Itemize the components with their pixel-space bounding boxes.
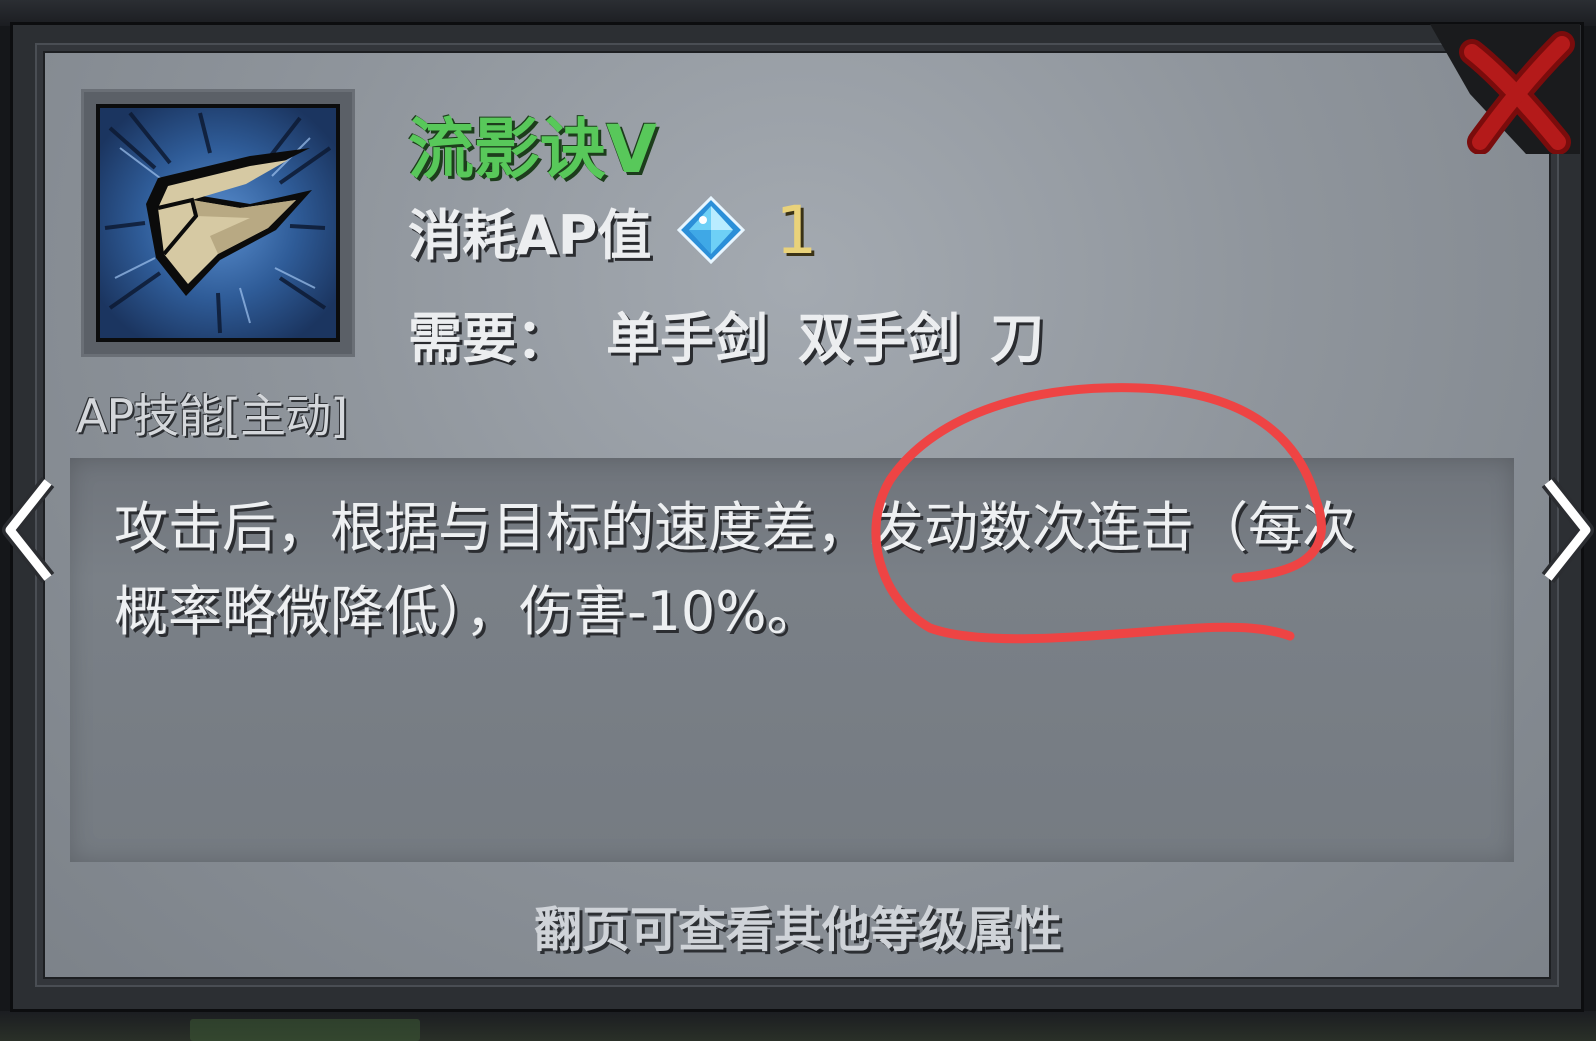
prev-page-button[interactable] — [0, 470, 60, 590]
weapon-requirement: 需要： 单手剑 双手剑 刀 — [408, 294, 1044, 373]
blue-crystal-icon — [677, 196, 746, 264]
skill-name: 流影诀V — [408, 111, 658, 188]
weapon-blade: 刀 — [990, 307, 1044, 370]
skill-icon-frame — [84, 92, 352, 354]
requirement-label: 需要： — [408, 307, 570, 370]
skill-description: 攻击后，根据与目标的速度差，发动数次连击（每次 概率略微降低），伤害-10%。 — [114, 486, 1454, 654]
weapon-one-hand-sword: 单手剑 — [606, 307, 768, 370]
close-button[interactable] — [1430, 24, 1580, 155]
skill-detail-screen: AP技能[主动] 流影诀V 消耗AP值 1 需要： 单手剑 双手剑 刀 攻击后，… — [0, 0, 1596, 1041]
description-line-2: 概率略微降低），伤害-10%。 — [114, 580, 821, 643]
red-x-close-icon — [1430, 24, 1580, 155]
description-line-1: 攻击后，根据与目标的速度差，发动数次连击（每次 — [114, 496, 1356, 559]
bottom-strip — [0, 1011, 1596, 1041]
chevron-left-icon — [2, 477, 55, 583]
chevron-right-icon — [1541, 477, 1594, 583]
next-panel-peek — [190, 1019, 420, 1041]
skill-type-label: AP技能[主动] — [76, 389, 348, 443]
page-turn-hint: 翻页可查看其他等级属性 — [533, 902, 1062, 958]
ap-cost-row: 消耗AP值 1 — [408, 191, 818, 269]
blade-wave-skill-icon — [96, 104, 340, 342]
weapon-two-hand-sword: 双手剑 — [798, 307, 960, 370]
description-box: 攻击后，根据与目标的速度差，发动数次连击（每次 概率略微降低），伤害-10%。 — [70, 458, 1514, 862]
next-page-button[interactable] — [1536, 470, 1596, 590]
ap-cost-value: 1 — [775, 191, 818, 269]
ap-cost-label: 消耗AP值 — [408, 203, 652, 267]
